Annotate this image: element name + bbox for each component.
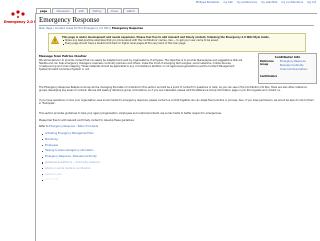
user-links: Philippe Bouteiller my talk my preferenc… [193,1,316,4]
intro-paragraph: We will endeavour to provide content tha… [39,59,249,72]
breadcrumb: Main Page | Content Areas for the Emerge… [39,27,143,30]
breadcrumb-links[interactable]: Main Page | Content Areas for the Emerge… [39,27,111,30]
infobox-title: Contributor Info [259,55,316,59]
page-title: Emergency Response [39,16,99,24]
notice-bullet: Every page should have a breadcrumb back… [62,42,302,45]
message-heading: Message from Patrice Cloutier [39,54,87,58]
reference-group-paragraph: The Emergency Response Reference Group w… [39,86,314,93]
refer-line: Refer to Emergency Response - Table of C… [39,125,98,128]
contribute-paragraph: Please feel free to add relevant and tim… [39,119,314,122]
my-contributions-link[interactable]: my contributions [281,1,303,4]
user-name-link[interactable]: Philippe Bouteiller [196,1,220,4]
development-notice: This page is under development and needs… [48,33,306,52]
site-logo[interactable]: Emergency 2.0 Wiki [3,6,33,40]
refer-prefix: Refer to [39,125,48,128]
contributor-info-box: Contributor Info Reference Group Emergen… [258,53,317,84]
list-item[interactable]: Community [42,177,100,183]
infobox-key: Contributors [260,75,277,78]
infobox-value-link[interactable]: Business Continuity [280,64,304,67]
my-watchlist-link[interactable]: my watchlist [261,1,278,4]
my-preferences-link[interactable]: my preferences [237,1,257,4]
infobox-value-link[interactable]: Emergency Response [280,60,306,63]
log-out-link[interactable]: log out [307,1,316,4]
my-talk-link[interactable]: my talk [223,1,233,4]
infobox-key: Reference Group [260,60,278,66]
breadcrumb-current: Emergency Response [112,27,143,30]
notice-text: This page is under development and needs… [62,36,302,46]
logo-dots-icon [10,9,26,19]
section-purpose-paragraph: This section provides guidelines to help… [39,112,314,115]
infobox-value-link[interactable]: Crisis Communications [280,68,307,71]
questions-paragraph: If you have questions on how your organi… [39,99,314,106]
content-area: Emergency Response Main Page | Content A… [35,13,317,241]
personal-toolbar: Philippe Bouteiller my talk my preferenc… [0,1,320,8]
under-construction-icon [51,36,59,44]
topic-list: Activating Emergency Management Plan Mon… [42,131,100,183]
table-of-contents-link[interactable]: Emergency Response - Table of Contents [49,125,98,128]
